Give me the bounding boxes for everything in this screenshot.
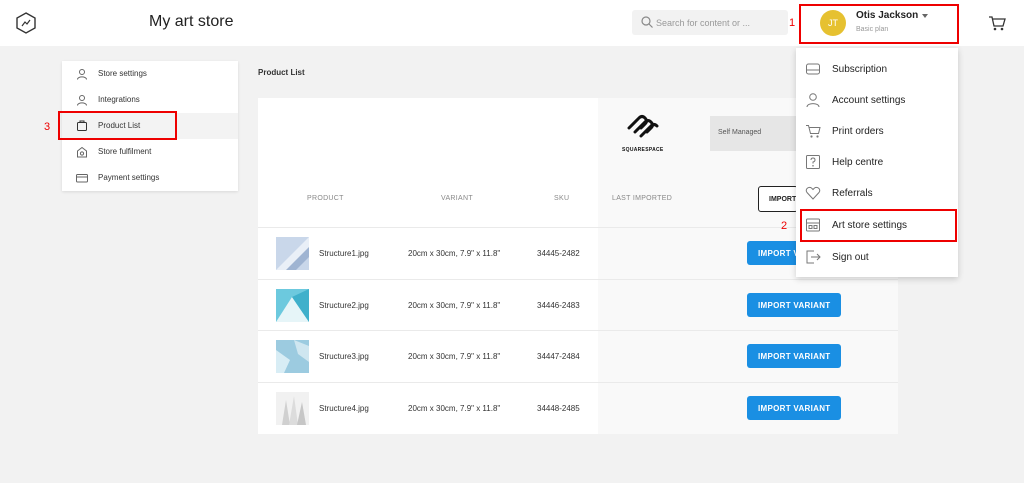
product-thumbnail: [276, 340, 309, 373]
squarespace-logo-text: SQUARESPACE: [622, 147, 664, 153]
sidebar-item-store-fulfilment[interactable]: Store fulfilment: [62, 139, 238, 165]
variant-cell: 20cm x 30cm, 7.9" x 11.8": [408, 301, 501, 310]
annotation-box-user-menu: [799, 4, 959, 44]
product-thumbnail: [276, 237, 309, 270]
heart-icon: [805, 186, 821, 200]
app-logo-icon[interactable]: [14, 11, 38, 35]
sku-cell: 34448-2485: [537, 404, 580, 413]
sidebar-item-store-settings[interactable]: Store settings: [62, 61, 238, 87]
menu-item-subscription[interactable]: Subscription: [796, 54, 958, 84]
product-name: Structure4.jpg: [319, 404, 369, 413]
search-input[interactable]: [656, 14, 782, 31]
menu-item-help-centre[interactable]: Help centre: [796, 147, 958, 177]
credit-card-icon: [76, 174, 88, 183]
variant-cell: 20cm x 30cm, 7.9" x 11.8": [408, 352, 501, 361]
annotation-box-art-store-settings: [800, 209, 957, 242]
menu-item-label: Help centre: [832, 157, 884, 168]
column-header-last-imported: LAST IMPORTED: [612, 195, 673, 202]
variant-cell: 20cm x 30cm, 7.9" x 11.8": [408, 249, 501, 258]
annotation-number-1: 1: [789, 17, 796, 29]
sku-cell: 34445-2482: [537, 249, 580, 258]
product-name: Structure3.jpg: [319, 352, 369, 361]
user-icon: [77, 69, 87, 80]
table-row: Structure4.jpg 20cm x 30cm, 7.9" x 11.8"…: [258, 383, 898, 434]
squarespace-logo-icon: [627, 115, 659, 138]
self-managed-select[interactable]: Self Managed: [710, 116, 800, 151]
user-dropdown-menu: Subscription Account settings Print orde…: [796, 48, 958, 277]
user-icon: [77, 95, 87, 106]
sidebar-item-label: Store settings: [98, 69, 147, 78]
search-icon: [641, 16, 653, 28]
product-thumbnail: [276, 289, 309, 322]
import-variant-button[interactable]: IMPORT VARIANT: [747, 396, 841, 420]
sku-cell: 34446-2483: [537, 301, 580, 310]
menu-item-label: Print orders: [832, 126, 884, 137]
user-icon: [806, 93, 820, 108]
product-name: Structure2.jpg: [319, 301, 369, 310]
sidebar-item-label: Payment settings: [98, 173, 160, 182]
import-all-button[interactable]: IMPORT: [758, 186, 798, 212]
import-variant-button[interactable]: IMPORT VARIANT: [747, 293, 841, 317]
menu-item-sign-out[interactable]: Sign out: [796, 242, 958, 272]
import-all-label: IMPORT: [769, 196, 797, 203]
page-title: Product List: [258, 68, 305, 77]
help-icon: [806, 155, 820, 169]
table-row: Structure2.jpg 20cm x 30cm, 7.9" x 11.8"…: [258, 280, 898, 331]
sidebar-item-integrations[interactable]: Integrations: [62, 87, 238, 113]
annotation-box-product-list: [58, 111, 177, 140]
sidebar-item-label: Integrations: [98, 95, 140, 104]
annotation-number-2: 2: [781, 220, 788, 232]
variant-cell: 20cm x 30cm, 7.9" x 11.8": [408, 404, 501, 413]
search-box[interactable]: [632, 10, 788, 35]
sign-out-icon: [806, 250, 821, 264]
subscription-icon: [806, 63, 820, 75]
self-managed-label: Self Managed: [718, 129, 762, 136]
column-header-product: PRODUCT: [307, 195, 344, 202]
sidebar-item-label: Store fulfilment: [98, 147, 152, 156]
store-icon: [77, 146, 87, 158]
menu-item-label: Referrals: [832, 188, 873, 199]
menu-item-label: Sign out: [832, 252, 869, 263]
sku-cell: 34447-2484: [537, 352, 580, 361]
annotation-number-3: 3: [44, 121, 51, 133]
cart-icon: [806, 125, 821, 138]
menu-item-print-orders[interactable]: Print orders: [796, 116, 958, 146]
app-title: My art store: [149, 13, 234, 30]
menu-item-label: Account settings: [832, 95, 906, 106]
product-thumbnail: [276, 392, 309, 425]
product-name: Structure1.jpg: [319, 249, 369, 258]
table-row: Structure3.jpg 20cm x 30cm, 7.9" x 11.8"…: [258, 331, 898, 382]
import-variant-button[interactable]: IMPORT VARIANT: [747, 344, 841, 368]
column-header-variant: VARIANT: [441, 195, 473, 202]
cart-icon[interactable]: [988, 14, 1006, 32]
menu-item-label: Subscription: [832, 64, 888, 75]
menu-item-referrals[interactable]: Referrals: [796, 178, 958, 208]
menu-item-account-settings[interactable]: Account settings: [796, 85, 958, 115]
column-header-sku: SKU: [554, 195, 570, 202]
sidebar-item-payment-settings[interactable]: Payment settings: [62, 165, 238, 191]
